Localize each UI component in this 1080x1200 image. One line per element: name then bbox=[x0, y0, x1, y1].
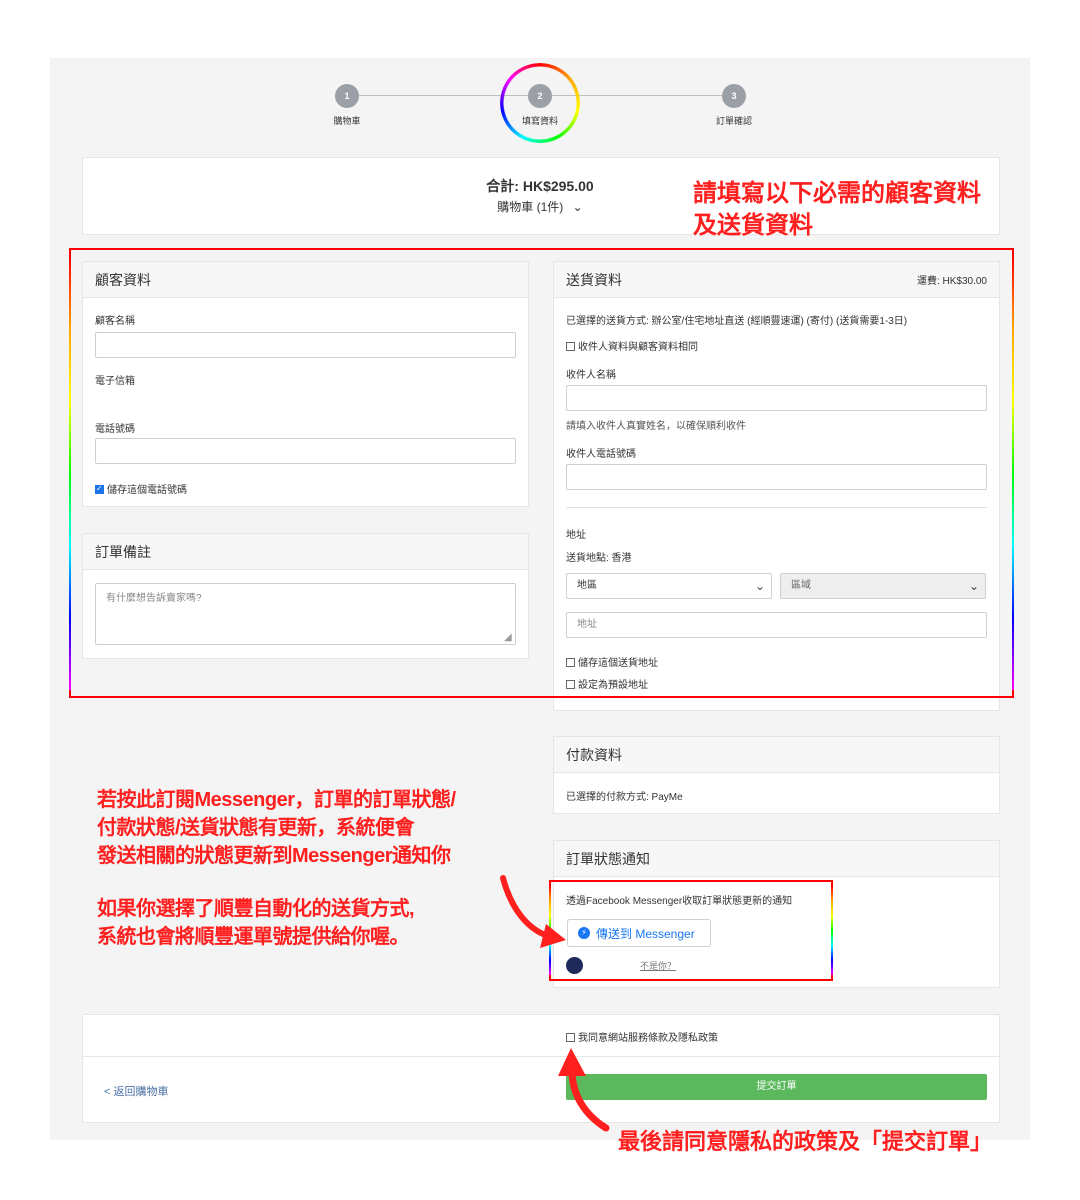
arrow-to-agree-icon bbox=[558, 1048, 610, 1132]
annotation-final-step: 最後請同意隱私的政策及「提交訂單」 bbox=[618, 1129, 993, 1154]
